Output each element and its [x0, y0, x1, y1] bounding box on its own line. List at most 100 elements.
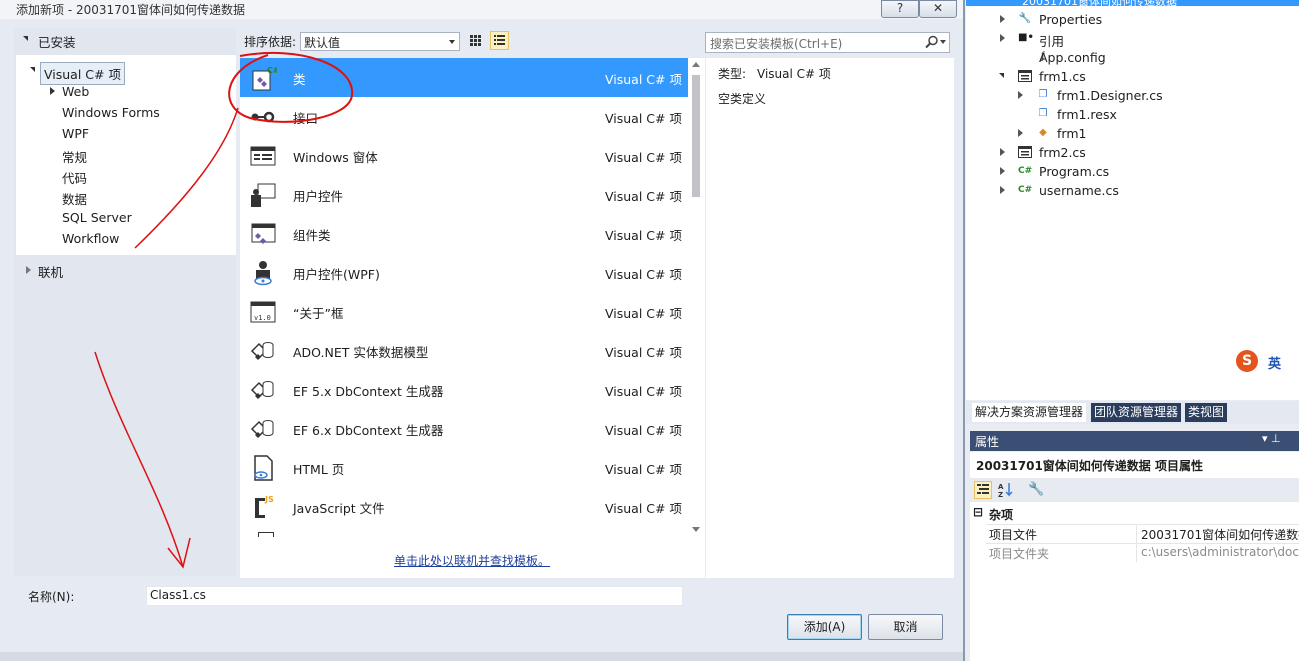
scrollbar-thumb[interactable] — [692, 75, 700, 197]
tree-item[interactable]: Program.cs — [1039, 164, 1109, 179]
expand-arrow-icon[interactable] — [1018, 91, 1023, 99]
user-control-icon — [251, 183, 276, 207]
search-icon[interactable] — [925, 35, 939, 49]
expand-arrow-icon[interactable] — [50, 87, 55, 95]
wrench-icon[interactable]: 🔧 — [1028, 482, 1044, 497]
dbcontext-icon — [250, 381, 274, 399]
tree-item[interactable]: Properties — [1039, 12, 1102, 27]
list-item[interactable]: 组件类 Visual C# 项 — [240, 214, 688, 253]
collapse-icon[interactable] — [23, 36, 28, 41]
tree-item-workflow[interactable]: Workflow — [62, 231, 119, 246]
item-name: “关于”框 — [293, 306, 344, 321]
template-tree — [16, 55, 236, 255]
pin-icon[interactable]: ▾ ⊥ — [1262, 432, 1281, 445]
tree-item-web[interactable]: Web — [62, 84, 89, 99]
expand-arrow-icon[interactable] — [1000, 148, 1005, 156]
ime-indicator[interactable]: S 英 — [1236, 348, 1299, 376]
list-item[interactable]: HTML 页 Visual C# 项 — [240, 448, 688, 487]
online-templates-link[interactable]: 单击此处以联机并查找模板。 — [394, 552, 550, 569]
item-type: Visual C# 项 — [605, 111, 682, 126]
expand-arrow-icon[interactable] — [1000, 167, 1005, 175]
sort-select[interactable]: 默认值 — [300, 32, 460, 51]
class-member-icon: ◆ — [1039, 127, 1047, 138]
item-name: 类 — [293, 72, 306, 87]
collapse-category-icon[interactable]: ⊟ — [973, 505, 983, 519]
references-icon: ■• — [1018, 32, 1034, 43]
expand-icon[interactable] — [30, 67, 35, 72]
list-view-icon[interactable] — [490, 31, 509, 50]
collapse-icon[interactable] — [999, 73, 1004, 78]
tree-item[interactable]: frm1.Designer.cs — [1057, 88, 1163, 103]
list-item[interactable]: C# 类 Visual C# 项 — [240, 58, 688, 97]
tree-item[interactable]: frm1 — [1057, 126, 1086, 141]
property-value[interactable]: 20031701窗体间如何传递数据 — [1141, 526, 1299, 543]
tree-item-general[interactable]: 常规 — [62, 147, 87, 166]
list-item[interactable]: ADO.NET 实体数据模型 Visual C# 项 — [240, 331, 688, 370]
interface-icon — [251, 111, 275, 123]
scroll-up-icon[interactable] — [692, 62, 700, 67]
about-box-icon: v1.0 — [250, 301, 276, 323]
item-type: Visual C# 项 — [605, 384, 682, 399]
properties-title: 属性 — [975, 435, 1000, 449]
categorized-icon[interactable] — [974, 481, 992, 499]
tree-item[interactable]: App.config — [1039, 50, 1106, 65]
tab-team-explorer[interactable]: 团队资源管理器 — [1091, 403, 1182, 422]
expand-arrow-icon[interactable] — [26, 266, 31, 274]
item-name: HTML 页 — [293, 462, 345, 477]
solution-top-item[interactable]: 20031701窗体间如何传递数据 — [1022, 0, 1177, 9]
scroll-down-icon[interactable] — [692, 527, 700, 532]
tree-item[interactable]: frm2.cs — [1039, 145, 1086, 160]
tree-item[interactable]: username.cs — [1039, 183, 1119, 198]
tree-online[interactable]: 联机 — [38, 262, 63, 281]
expand-arrow-icon[interactable] — [1018, 129, 1023, 137]
svg-text:A: A — [998, 483, 1004, 491]
tree-visual-cs[interactable]: Visual C# 项 — [40, 62, 125, 85]
close-button[interactable]: ✕ — [919, 0, 957, 18]
help-button[interactable]: ? — [881, 0, 919, 18]
list-item[interactable]: Windows 窗体 Visual C# 项 — [240, 136, 688, 175]
search-input[interactable]: 搜索已安装模板(Ctrl+E) — [705, 32, 950, 53]
list-item[interactable]: v1.0 “关于”框 Visual C# 项 — [240, 292, 688, 331]
add-button[interactable]: 添加(A) — [787, 614, 862, 640]
expand-arrow-icon[interactable] — [1000, 186, 1005, 194]
svg-text:C#: C# — [267, 66, 277, 75]
properties-object[interactable]: 20031701窗体间如何传递数据 项目属性 — [976, 457, 1203, 474]
js-file-icon: JS — [255, 495, 274, 518]
tree-installed[interactable]: 已安装 — [38, 32, 76, 51]
item-type: Visual C# 项 — [605, 345, 682, 360]
expand-arrow-icon[interactable] — [1000, 34, 1005, 42]
expand-arrow-icon[interactable] — [1000, 15, 1005, 23]
list-item[interactable]: 用户控件 Visual C# 项 — [240, 175, 688, 214]
cancel-button[interactable]: 取消 — [868, 614, 943, 640]
list-item[interactable]: 接口 Visual C# 项 — [240, 97, 688, 136]
list-item[interactable]: EF 5.x DbContext 生成器 Visual C# 项 — [240, 370, 688, 409]
sort-alpha-icon[interactable]: AZ — [997, 481, 1015, 499]
list-item[interactable]: EF 6.x DbContext 生成器 Visual C# 项 — [240, 409, 688, 448]
name-input[interactable]: Class1.cs — [146, 586, 683, 606]
tree-item-code[interactable]: 代码 — [62, 168, 87, 187]
chevron-down-icon[interactable] — [940, 40, 946, 44]
list-item[interactable]: JS JavaScript 文件 Visual C# 项 — [240, 487, 688, 526]
small-icons-view-icon[interactable] — [466, 31, 485, 50]
property-value[interactable]: c:\users\administrator\docu — [1141, 545, 1299, 559]
tree-item-data[interactable]: 数据 — [62, 189, 87, 208]
list-item[interactable]: 用户控件(WPF) Visual C# 项 — [240, 253, 688, 292]
item-type: Visual C# 项 — [605, 72, 682, 87]
tree-item[interactable]: frm1.resx — [1057, 107, 1117, 122]
item-name: 用户控件(WPF) — [293, 267, 380, 282]
html-page-icon — [254, 455, 273, 481]
svg-text:JS: JS — [264, 495, 274, 504]
tree-item[interactable]: frm1.cs — [1039, 69, 1086, 84]
tree-item[interactable]: 引用 — [1039, 31, 1064, 50]
tree-item-winforms[interactable]: Windows Forms — [62, 105, 160, 120]
property-name: 项目文件 — [989, 528, 1038, 542]
dialog-title: 添加新项 - 20031701窗体间如何传递数据 — [16, 3, 246, 17]
properties-header: 属性 ▾ ⊥ — [970, 431, 1299, 451]
tree-item-wpf[interactable]: WPF — [62, 126, 89, 141]
tree-item-sqlserver[interactable]: SQL Server — [62, 210, 132, 225]
ide-toolbar-fragment — [0, 652, 963, 661]
tab-solution-explorer[interactable]: 解决方案资源管理器 — [972, 403, 1087, 422]
item-type: Visual C# 项 — [605, 423, 682, 438]
tab-class-view[interactable]: 类视图 — [1185, 403, 1228, 422]
template-list: C# 类 Visual C# 项 接口 Visual C# 项 Windows … — [240, 58, 688, 578]
